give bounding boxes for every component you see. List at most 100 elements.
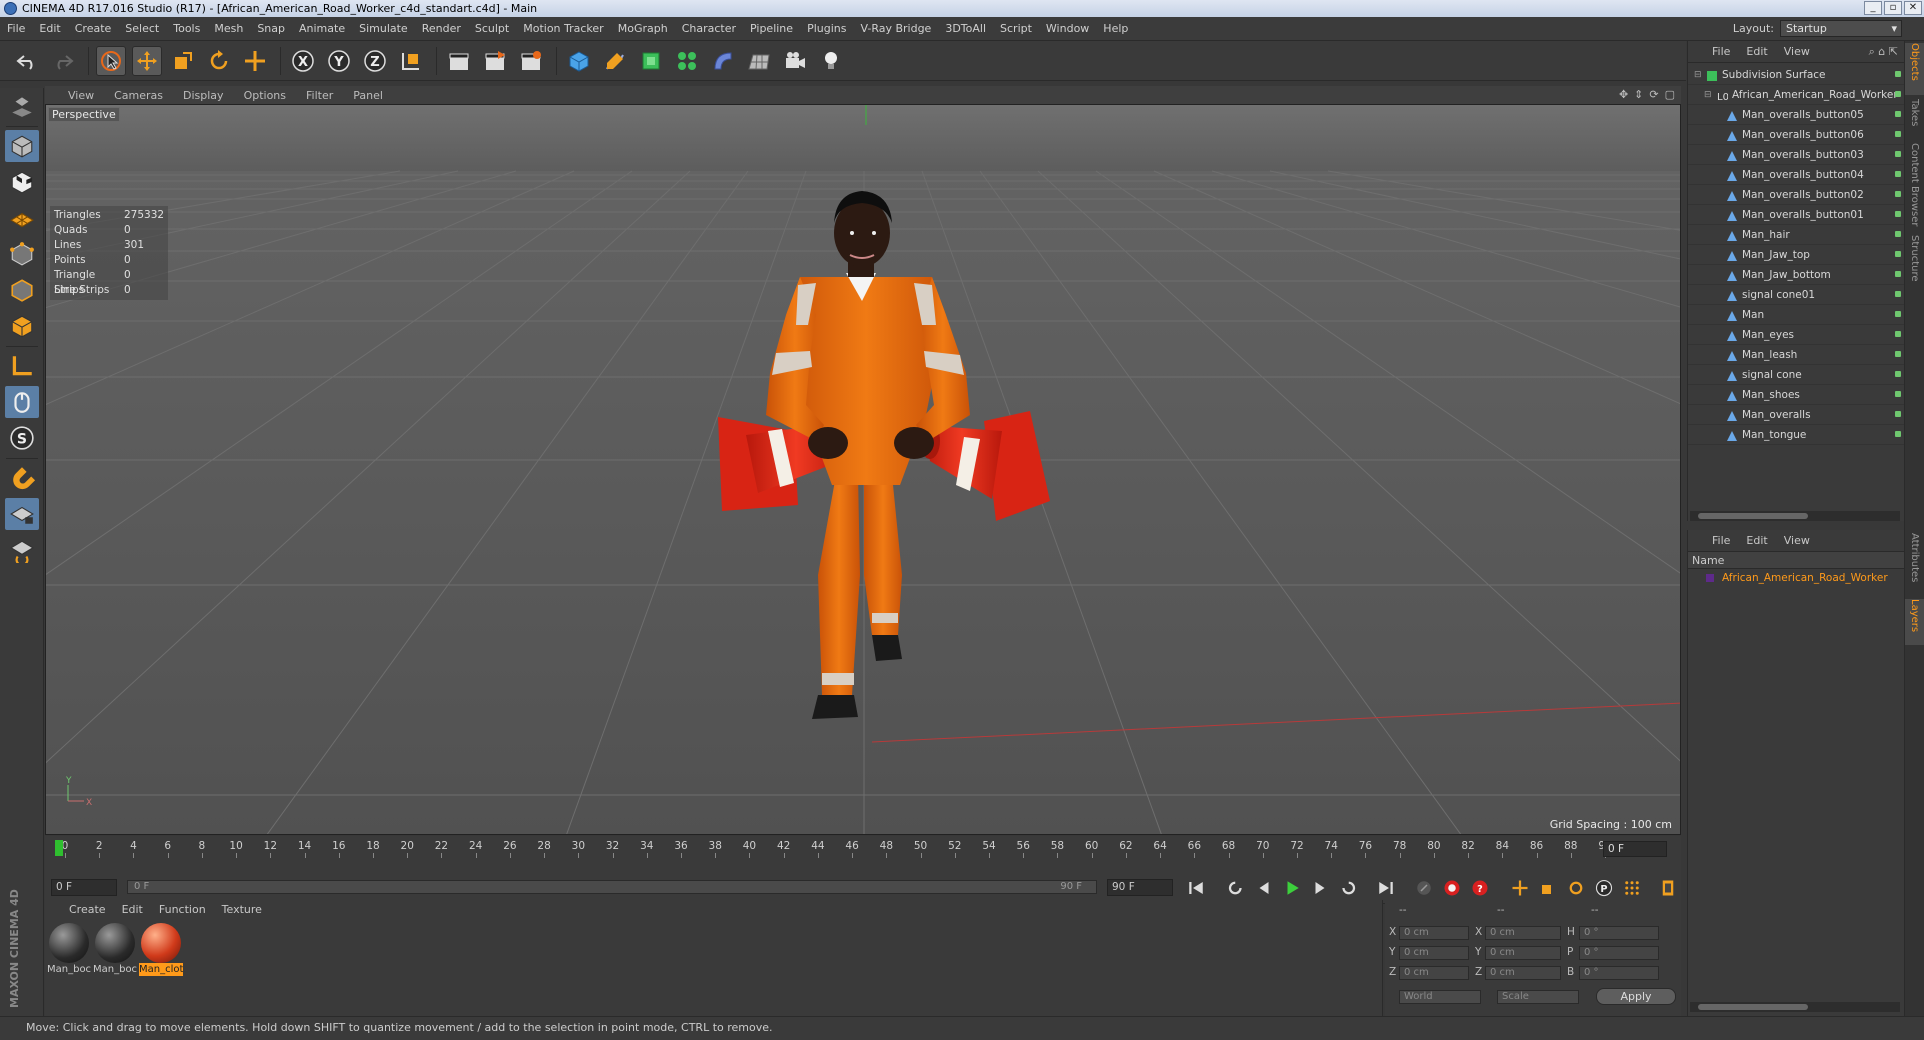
visibility-dot-icon[interactable] — [1895, 331, 1901, 337]
viewport-menu-panel[interactable]: Panel — [353, 89, 383, 102]
object-row[interactable]: Man_shoes — [1688, 385, 1905, 405]
visibility-dot-icon[interactable] — [1895, 91, 1901, 97]
tab-layers[interactable]: Layers — [1905, 599, 1924, 645]
move-tool-button[interactable] — [132, 46, 162, 76]
record-keys-button[interactable] — [1413, 877, 1435, 899]
visibility-dot-icon[interactable] — [1895, 231, 1901, 237]
coordinate-space-dropdown[interactable]: World — [1399, 990, 1481, 1004]
add-camera-button[interactable] — [780, 46, 810, 76]
object-row[interactable]: Man_overalls_button02 — [1688, 185, 1905, 205]
size-z-field[interactable]: 0 cm — [1485, 966, 1561, 980]
solo-mode-button[interactable]: S — [5, 422, 39, 454]
object-row[interactable]: Man_leash — [1688, 345, 1905, 365]
add-deformer-button[interactable] — [708, 46, 738, 76]
object-row[interactable]: Man — [1688, 305, 1905, 325]
render-picture-viewer-button[interactable] — [480, 46, 510, 76]
timeline-playhead[interactable] — [55, 840, 63, 856]
end-frame-field[interactable]: 90 F — [1107, 879, 1173, 896]
texture-mode-button[interactable] — [5, 166, 39, 198]
polygons-mode-button[interactable] — [5, 310, 39, 342]
edges-mode-button[interactable] — [5, 274, 39, 306]
render-view-button[interactable] — [444, 46, 474, 76]
timeline-ruler[interactable]: 0 2 4 6 8 10 12 14 16 18 20 22 24 26 28 30 32 34 36 38 40 42 4… — [45, 836, 1681, 872]
menu-vray-bridge[interactable]: V-Ray Bridge — [853, 22, 938, 35]
key-scale-button[interactable] — [1537, 877, 1559, 899]
key-point-level-button[interactable] — [1621, 877, 1643, 899]
menu-sculpt[interactable]: Sculpt — [468, 22, 516, 35]
visibility-dot-icon[interactable] — [1895, 111, 1901, 117]
add-floor-button[interactable] — [744, 46, 774, 76]
menu-create[interactable]: Create — [68, 22, 119, 35]
expand-toggle-icon[interactable]: ⊟ — [1694, 65, 1702, 85]
object-row[interactable]: Man_overalls_button06 — [1688, 125, 1905, 145]
add-light-button[interactable] — [816, 46, 846, 76]
add-mograph-cloner-button[interactable] — [672, 46, 702, 76]
preview-range-slider[interactable]: 0 F 90 F — [127, 880, 1097, 894]
material-swatch[interactable]: Man_boc — [93, 923, 137, 981]
material-menu-texture[interactable]: Texture — [222, 903, 262, 916]
menu-edit[interactable]: Edit — [32, 22, 67, 35]
visibility-dot-icon[interactable] — [1895, 351, 1901, 357]
visibility-dot-icon[interactable] — [1895, 291, 1901, 297]
size-y-field[interactable]: 0 cm — [1485, 946, 1561, 960]
menu-window[interactable]: Window — [1039, 22, 1096, 35]
object-menu-view[interactable]: View — [1784, 45, 1810, 58]
maximize-button[interactable]: ▫ — [1884, 1, 1902, 15]
object-row[interactable]: Man_eyes — [1688, 325, 1905, 345]
menu-help[interactable]: Help — [1096, 22, 1135, 35]
size-x-field[interactable]: 0 cm — [1485, 926, 1561, 940]
minimize-button[interactable]: _ — [1864, 1, 1882, 15]
visibility-dot-icon[interactable] — [1895, 251, 1901, 257]
menu-3dtoall[interactable]: 3DToAll — [938, 22, 993, 35]
undo-button[interactable] — [12, 46, 42, 76]
visibility-dot-icon[interactable] — [1895, 131, 1901, 137]
menu-animate[interactable]: Animate — [292, 22, 352, 35]
viewport-menu-options[interactable]: Options — [244, 89, 286, 102]
recent-tools-button[interactable] — [240, 46, 270, 76]
object-row[interactable]: Man_tongue — [1688, 425, 1905, 445]
menu-pipeline[interactable]: Pipeline — [743, 22, 800, 35]
perspective-viewport[interactable]: Y X Perspective Triangles 275332 Quads 0 L… — [45, 104, 1681, 835]
workplane-lock-button[interactable] — [5, 498, 39, 530]
object-manager-search-icon[interactable]: ⌕ ⌂ ⇱ — [1869, 45, 1898, 59]
camera-label[interactable]: Perspective — [48, 107, 120, 122]
menu-character[interactable]: Character — [675, 22, 743, 35]
model-mode-button[interactable] — [5, 130, 39, 162]
menu-snap[interactable]: Snap — [250, 22, 292, 35]
visibility-dot-icon[interactable] — [1895, 371, 1901, 377]
tab-content-browser[interactable]: Content Browser — [1905, 143, 1924, 231]
points-mode-button[interactable] — [5, 238, 39, 270]
z-axis-lock-button[interactable]: Z — [360, 46, 390, 76]
visibility-dot-icon[interactable] — [1895, 271, 1901, 277]
y-axis-lock-button[interactable]: Y — [324, 46, 354, 76]
current-frame-field[interactable]: 0 F — [1603, 841, 1667, 857]
material-menu-function[interactable]: Function — [159, 903, 206, 916]
key-position-button[interactable] — [1509, 877, 1531, 899]
go-to-next-key-button[interactable] — [1337, 877, 1359, 899]
layer-name-header[interactable]: Name — [1688, 552, 1904, 569]
close-button[interactable]: ✕ — [1904, 1, 1922, 15]
viewport-menu-filter[interactable]: Filter — [306, 89, 333, 102]
enable-axis-button[interactable] — [5, 350, 39, 382]
position-y-field[interactable]: 0 cm — [1399, 946, 1469, 960]
rotate-tool-button[interactable] — [204, 46, 234, 76]
menu-file[interactable]: File — [0, 22, 32, 35]
timeline-window-button[interactable] — [1657, 877, 1679, 899]
menu-tools[interactable]: Tools — [166, 22, 207, 35]
live-selection-button[interactable] — [96, 46, 126, 76]
visibility-dot-icon[interactable] — [1895, 431, 1901, 437]
add-spline-pen-button[interactable] — [600, 46, 630, 76]
object-row[interactable]: ⊟ Subdivision Surface — [1688, 65, 1905, 85]
visibility-dot-icon[interactable] — [1895, 311, 1901, 317]
visibility-dot-icon[interactable] — [1895, 151, 1901, 157]
render-settings-button[interactable] — [516, 46, 546, 76]
autokeying-button[interactable]: ? — [1469, 877, 1491, 899]
position-z-field[interactable]: 0 cm — [1399, 966, 1469, 980]
layer-menu-edit[interactable]: Edit — [1746, 534, 1767, 547]
expand-toggle-icon[interactable]: ⊟ — [1704, 85, 1712, 105]
object-row[interactable]: Man_Jaw_top — [1688, 245, 1905, 265]
viewport-pan-icon[interactable]: ✥ — [1619, 88, 1628, 101]
key-rotation-button[interactable] — [1565, 877, 1587, 899]
go-to-end-button[interactable] — [1375, 877, 1397, 899]
position-x-field[interactable]: 0 cm — [1399, 926, 1469, 940]
